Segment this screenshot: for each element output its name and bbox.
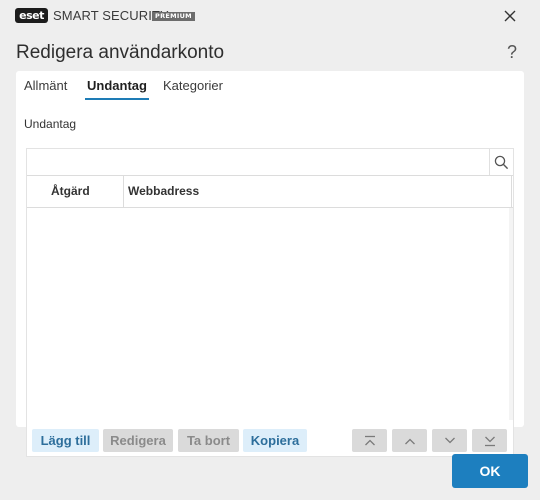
add-button[interactable]: Lägg till [32,429,99,452]
ok-button[interactable]: OK [452,454,528,488]
section-label: Undantag [24,117,77,131]
column-divider [511,176,512,207]
title-bar: eset SMART SECURITY PREMIUM [0,0,540,32]
edit-button[interactable]: Redigera [103,429,173,452]
move-up-button[interactable] [392,429,427,452]
content-panel: Allmänt Undantag Kategorier Undantag Åtg… [16,71,524,457]
remove-button[interactable]: Ta bort [178,429,239,452]
edition-badge: PREMIUM [152,12,195,21]
table-header: Åtgärd Webbadress [27,175,513,208]
action-bar: Lägg till Redigera Ta bort Kopiera [27,420,513,456]
copy-button[interactable]: Kopiera [243,429,307,452]
search-icon [494,155,509,169]
tab-kategorier[interactable]: Kategorier [161,78,225,98]
tab-bar: Allmänt Undantag Kategorier [16,71,524,100]
close-button[interactable] [494,0,526,32]
move-down-button[interactable] [432,429,467,452]
search-input[interactable] [27,149,487,175]
eset-logo: eset [15,8,48,23]
help-button[interactable]: ? [502,41,522,63]
search-button[interactable] [489,149,513,175]
chevron-down-icon [444,437,455,443]
table-body[interactable] [27,208,513,420]
dialog-title: Redigera användarkonto [16,42,225,63]
column-header-webbadress[interactable]: Webbadress [128,176,199,207]
move-top-button[interactable] [352,429,387,452]
scrollbar[interactable] [509,208,513,420]
move-bottom-button[interactable] [472,429,507,452]
tab-undantag[interactable]: Undantag [85,78,149,100]
column-header-atgard[interactable]: Åtgärd [51,176,90,207]
tab-allmant[interactable]: Allmänt [22,78,69,98]
column-resize-handle[interactable] [123,176,124,207]
search-row [27,149,513,176]
chevron-up-icon [404,438,415,444]
move-top-icon [364,435,375,445]
exceptions-list: Åtgärd Webbadress Lägg till Redigera Ta … [26,148,514,457]
move-bottom-icon [484,436,495,446]
close-icon [504,10,516,22]
